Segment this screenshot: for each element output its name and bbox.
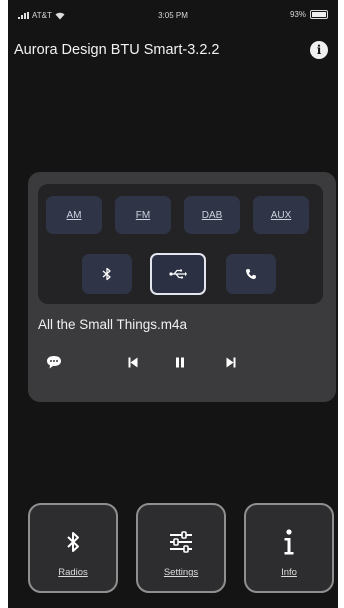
usb-icon: [169, 269, 187, 279]
battery-percent: 93%: [289, 10, 306, 19]
previous-icon: [128, 357, 138, 367]
source-am-button[interactable]: AM: [46, 196, 102, 234]
info-button[interactable]: Info: [244, 503, 334, 593]
source-selector: AM FM DAB AUX: [38, 184, 323, 304]
next-button[interactable]: [221, 352, 241, 372]
bluetooth-input-button[interactable]: [82, 254, 132, 294]
radios-icon-wrap: [66, 525, 80, 559]
info-label: Info: [281, 567, 297, 578]
source-fm-button[interactable]: FM: [115, 196, 171, 234]
settings-icon-wrap: [168, 525, 194, 559]
phone-screen: AT&T 3:05 PM 93% Aurora Design BTU Smart…: [8, 0, 338, 608]
phone-input-button[interactable]: [226, 254, 276, 294]
sliders-icon: [170, 531, 192, 553]
bluetooth-icon: [102, 267, 111, 281]
source-aux-button[interactable]: AUX: [253, 196, 309, 234]
radios-button[interactable]: Radios: [28, 503, 118, 593]
app-header: Aurora Design BTU Smart-3.2.2 i: [8, 30, 338, 66]
now-playing-track: All the Small Things.m4a: [38, 317, 188, 332]
bluetooth-icon: [67, 532, 79, 552]
info-glyph-icon: [284, 529, 294, 555]
player-panel: AM FM DAB AUX All the Small Things.m4a: [28, 172, 336, 402]
radios-label: Radios: [58, 567, 88, 578]
usb-input-button[interactable]: [150, 253, 206, 295]
app-title: Aurora Design BTU Smart-3.2.2: [14, 42, 220, 58]
source-dab-button[interactable]: DAB: [184, 196, 240, 234]
chat-icon: [47, 356, 61, 369]
next-icon: [226, 357, 236, 367]
info-icon[interactable]: i: [310, 41, 328, 59]
status-bar: AT&T 3:05 PM 93%: [8, 0, 338, 30]
settings-button[interactable]: Settings: [136, 503, 226, 593]
battery-icon: [310, 10, 328, 19]
status-time: 3:05 PM: [158, 11, 188, 20]
chat-button[interactable]: [44, 352, 64, 372]
pause-button[interactable]: [170, 352, 190, 372]
settings-label: Settings: [163, 567, 199, 578]
info-icon-wrap: [282, 525, 296, 559]
status-right: 93%: [290, 10, 328, 19]
pause-icon: [176, 357, 184, 367]
previous-button[interactable]: [123, 352, 143, 372]
phone-icon: [245, 269, 256, 280]
